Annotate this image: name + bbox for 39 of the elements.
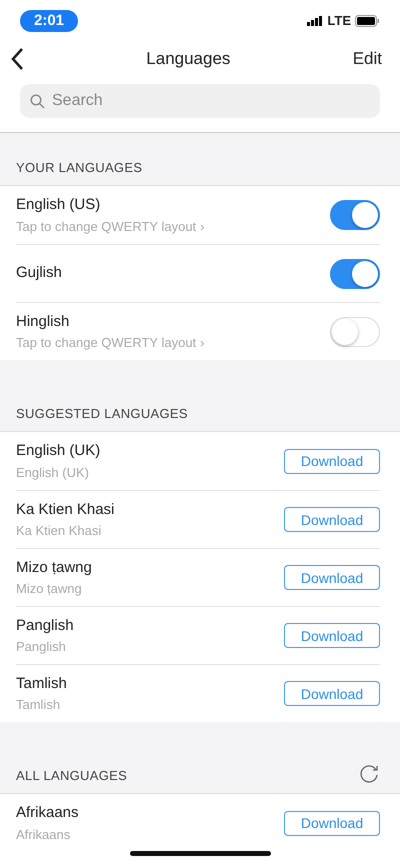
network-label: LTE <box>327 12 351 30</box>
language-name: English (UK) <box>16 441 100 461</box>
search-field[interactable]: Search <box>20 84 380 118</box>
language-subtitle: Tamlish <box>16 696 60 714</box>
download-button[interactable]: Download <box>284 565 380 590</box>
language-name: Hinglish <box>16 312 70 332</box>
language-subtitle: Ka Ktien Khasi <box>16 522 102 540</box>
download-button[interactable]: Download <box>284 623 380 648</box>
language-subtitle: Mizo ṭawng <box>16 580 82 598</box>
signal-icon <box>307 16 324 26</box>
section-header: SUGGESTED LANGUAGES <box>16 404 188 422</box>
page-title: Languages <box>146 48 230 70</box>
language-subtitle: Afrikaans <box>16 826 70 844</box>
language-subtitle: Panglish <box>16 638 66 656</box>
language-subtitle[interactable]: Tap to change QWERTY layout <box>16 333 196 352</box>
toggle-switch[interactable] <box>330 258 380 288</box>
status-time: 2:01 <box>20 10 78 32</box>
download-button[interactable]: Download <box>284 448 380 474</box>
section-header: ALL LANGUAGES <box>16 766 128 784</box>
language-name: Tamlish <box>16 674 67 694</box>
chevron-icon: › <box>200 216 205 236</box>
edit-button[interactable]: Edit <box>352 46 382 72</box>
language-subtitle: English (UK) <box>16 464 89 482</box>
download-button[interactable]: Download <box>284 810 380 836</box>
download-button[interactable]: Download <box>284 681 380 706</box>
download-button[interactable]: Download <box>284 507 380 532</box>
back-button[interactable] <box>10 46 24 72</box>
refresh-icon[interactable] <box>358 763 380 785</box>
language-name: Afrikaans <box>16 803 79 823</box>
section-header: YOUR LANGUAGES <box>16 158 142 176</box>
battery-icon <box>355 15 380 27</box>
toggle-switch[interactable] <box>330 200 380 230</box>
language-name: Mizo ṭawng <box>16 558 92 578</box>
language-name: Panglish <box>16 616 74 636</box>
language-name: Gujlish <box>16 263 62 284</box>
language-name: Ka Ktien Khasi <box>16 500 114 520</box>
language-subtitle[interactable]: Tap to change QWERTY layout <box>16 216 196 236</box>
language-name: English (US) <box>16 195 102 215</box>
chevron-icon: › <box>200 333 205 352</box>
